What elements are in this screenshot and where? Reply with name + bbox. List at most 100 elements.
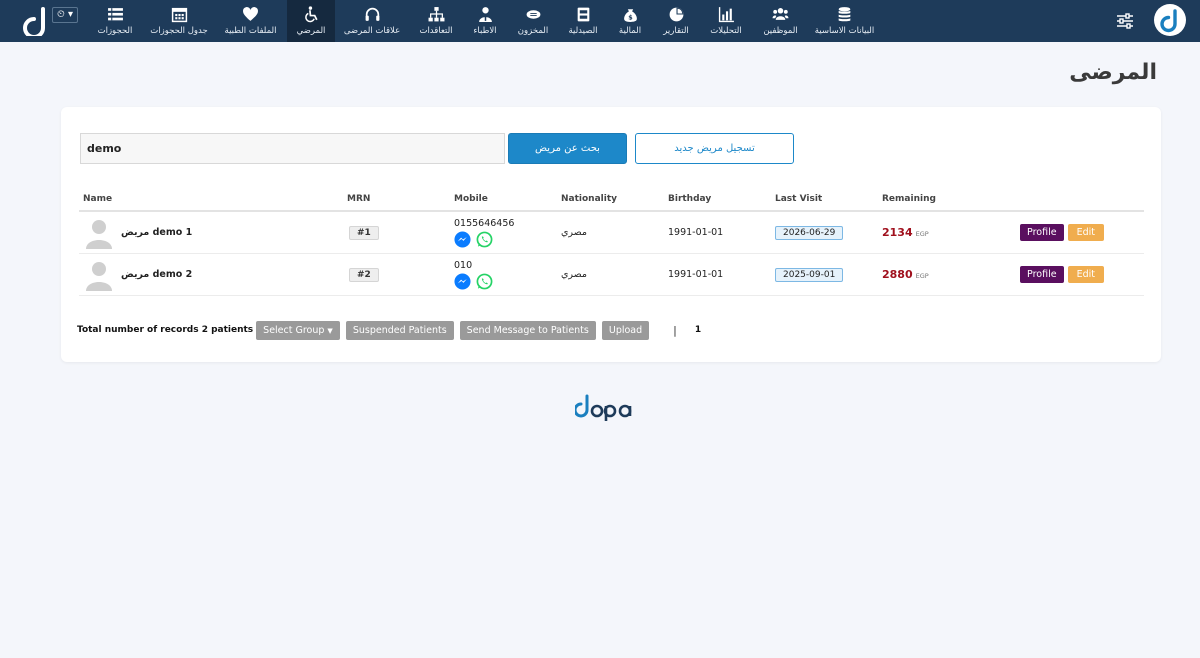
- nav-label: الملفات الطبية: [224, 26, 277, 36]
- nav-label: البيانات الاساسية: [814, 26, 875, 36]
- nav-item-finance[interactable]: $ المالية: [607, 0, 653, 42]
- total-records: Total number of records 2 patients: [77, 325, 254, 335]
- nav-item-reservations-schedule[interactable]: جدول الحجوزات: [144, 0, 214, 42]
- actions-cell: Profile Edit: [983, 212, 1143, 253]
- last-visit-badge: 2025-09-01: [775, 267, 844, 282]
- patient-name[interactable]: مريض demo 2: [121, 269, 192, 280]
- upload-button[interactable]: Upload: [601, 320, 650, 340]
- search-input[interactable]: [80, 133, 505, 164]
- header-mobile[interactable]: Mobile: [450, 191, 557, 210]
- messenger-icon[interactable]: [454, 230, 471, 248]
- search-patient-button[interactable]: بحث عن مريض: [508, 133, 627, 164]
- header-remaining[interactable]: Remaining: [878, 191, 983, 210]
- table-footer: Total number of records 2 patients Selec…: [77, 319, 701, 341]
- patients-table: Name MRN Mobile Nationality Birthday Las…: [79, 191, 1144, 296]
- top-navbar: ⏲ ▾ الحجوزات جدول الحجوزات الملفات الطبي…: [0, 0, 1200, 42]
- pie-chart-icon: [669, 7, 683, 22]
- avatar-placeholder-icon: [86, 219, 112, 249]
- last-visit-badge: 2026-06-29: [775, 225, 844, 240]
- nationality-cell: مصري: [561, 227, 588, 238]
- nav-label: الصيدلية: [568, 26, 598, 36]
- header-birthday[interactable]: Birthday: [664, 191, 771, 210]
- nav-item-reports[interactable]: التقارير: [653, 0, 699, 42]
- nav-label: التحليلات: [710, 26, 742, 36]
- doctor-icon: [478, 7, 492, 22]
- main-nav: الحجوزات جدول الحجوزات الملفات الطبية ال…: [86, 0, 881, 42]
- name-cell: مريض demo 2: [79, 254, 343, 295]
- header-mrn[interactable]: MRN: [343, 191, 450, 210]
- select-group-dropdown[interactable]: Select Group ▼: [256, 320, 340, 340]
- money-bag-icon: $: [623, 9, 637, 22]
- dopa-logo-icon[interactable]: [22, 6, 48, 36]
- patient-name[interactable]: مريض demo 1: [121, 227, 192, 238]
- nav-item-basic-data[interactable]: البيانات الاساسية: [808, 0, 881, 42]
- database-icon: [838, 7, 851, 22]
- profile-button[interactable]: Profile: [1020, 224, 1064, 241]
- mobile-cell: 010: [450, 254, 557, 295]
- mrn-cell: #1: [343, 212, 450, 253]
- avatar-placeholder-icon: [86, 261, 112, 291]
- new-patient-button[interactable]: تسجيل مريض جديد: [635, 133, 794, 164]
- mobile-cell: 0155646456: [450, 212, 557, 253]
- calendar-icon: [171, 7, 187, 23]
- header-name[interactable]: Name: [79, 191, 343, 210]
- header-nationality[interactable]: Nationality: [557, 191, 664, 210]
- remaining-amount: 2880: [882, 268, 913, 281]
- whatsapp-icon[interactable]: [476, 231, 493, 248]
- table-row: مريض demo 2 #2 010 مصري 1991-01-01 2025-…: [79, 254, 1144, 296]
- nav-item-patient-relations[interactable]: علاقات المرضى: [335, 0, 409, 42]
- nav-item-reservations[interactable]: الحجوزات: [86, 0, 144, 42]
- send-message-button[interactable]: Send Message to Patients: [459, 320, 596, 340]
- nav-item-patients[interactable]: المرضي: [287, 0, 335, 42]
- birthday-cell: 1991-01-01: [668, 269, 724, 280]
- sliders-icon[interactable]: [1115, 11, 1135, 31]
- nav-item-employees[interactable]: الموظفين: [753, 0, 808, 42]
- edit-button[interactable]: Edit: [1067, 224, 1104, 241]
- nav-label: التقارير: [663, 26, 689, 36]
- last-visit-cell: 2025-09-01: [771, 254, 878, 295]
- mobile-number: 010: [454, 259, 473, 271]
- mrn-badge: #1: [349, 225, 379, 240]
- pagination-separator: |: [673, 323, 677, 337]
- nav-label: جدول الحجوزات: [150, 26, 208, 36]
- edit-button[interactable]: Edit: [1067, 266, 1104, 283]
- clock-dropdown-button[interactable]: ⏲ ▾: [52, 7, 78, 23]
- patients-card: بحث عن مريض تسجيل مريض جديد Name MRN Mob…: [61, 107, 1161, 362]
- currency-label: EGP: [915, 229, 929, 238]
- profile-button[interactable]: Profile: [1020, 266, 1064, 283]
- users-icon: [772, 8, 789, 20]
- mrn-cell: #2: [343, 254, 450, 295]
- pagination-page-1[interactable]: 1: [695, 325, 701, 335]
- pills-icon: [526, 10, 540, 19]
- whatsapp-icon[interactable]: [476, 273, 493, 290]
- nav-item-analytics[interactable]: التحليلات: [699, 0, 753, 42]
- suspended-patients-button[interactable]: Suspended Patients: [345, 320, 454, 340]
- nav-item-inventory[interactable]: المخزون: [507, 0, 559, 42]
- user-avatar[interactable]: [1154, 4, 1186, 36]
- svg-text:$: $: [628, 13, 632, 21]
- nav-item-pharmacy[interactable]: الصيدلية: [559, 0, 607, 42]
- heart-icon: [243, 7, 258, 21]
- nav-item-medical-files[interactable]: الملفات الطبية: [214, 0, 287, 42]
- nav-item-doctors[interactable]: الاطباء: [463, 0, 507, 42]
- list-icon: [107, 8, 123, 21]
- nav-label: التعاقدات: [419, 26, 453, 36]
- header-last-visit[interactable]: Last Visit: [771, 191, 878, 210]
- messenger-icon[interactable]: [454, 272, 471, 290]
- mrn-badge: #2: [349, 267, 379, 282]
- nav-item-contracts[interactable]: التعاقدات: [409, 0, 463, 42]
- wheelchair-icon: [304, 6, 318, 23]
- caret-down-icon: ▾: [64, 9, 73, 20]
- dopa-brand-logo: [575, 394, 632, 421]
- nav-label: الحجوزات: [97, 26, 133, 36]
- remaining-amount: 2134: [882, 226, 913, 239]
- nav-label: الموظفين: [763, 26, 798, 36]
- table-header: Name MRN Mobile Nationality Birthday Las…: [79, 191, 1144, 212]
- last-visit-cell: 2026-06-29: [771, 212, 878, 253]
- headset-icon: [365, 7, 379, 21]
- nav-label: المالية: [618, 26, 642, 36]
- remaining-cell: 2134 EGP: [878, 212, 983, 253]
- table-row: مريض demo 1 #1 0155646456 مصري 1991-01-0…: [79, 212, 1144, 254]
- remaining-cell: 2880 EGP: [878, 254, 983, 295]
- name-cell: مريض demo 1: [79, 212, 343, 253]
